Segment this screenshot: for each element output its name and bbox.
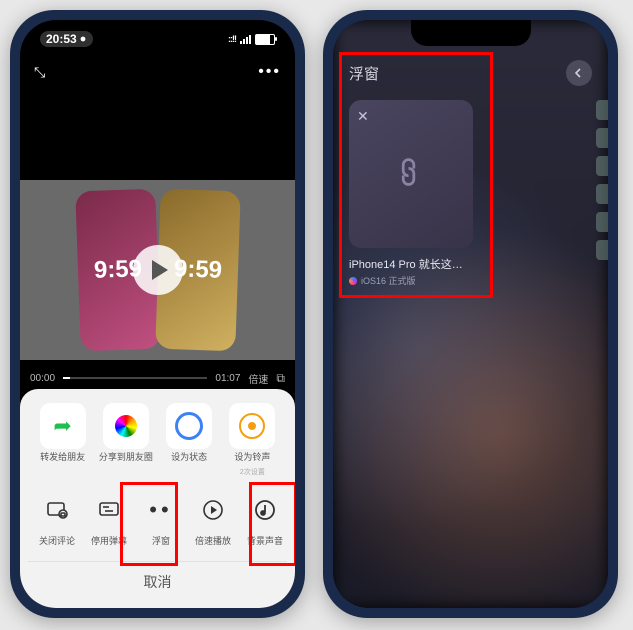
tile-disable-danmu[interactable]: 停用弹幕: [86, 487, 132, 547]
floating-dots-icon: ••: [138, 487, 184, 533]
tile-label: 关闭评论: [39, 537, 75, 547]
play-button[interactable]: [133, 245, 183, 295]
pip-icon[interactable]: ⧉: [276, 371, 285, 386]
card-subtitle-text: iOS16 正式版: [361, 274, 416, 287]
tile-label: 背景声音: [247, 537, 283, 547]
battery-icon: [255, 34, 275, 45]
action-sheet: ➦ 转发给朋友 分享到朋友圈 设为状态 设为铃声 2次设置: [20, 389, 295, 608]
progress-bar[interactable]: [63, 377, 207, 379]
chevron-left-icon: [574, 68, 584, 78]
signal-icon: [240, 35, 251, 44]
share-row: ➦ 转发给朋友 分享到朋友圈 设为状态 设为铃声 2次设置: [28, 403, 287, 487]
cancel-button[interactable]: 取消: [28, 561, 287, 598]
video-preview[interactable]: 9:59 9:59: [20, 180, 295, 360]
ringtone-icon: [239, 413, 265, 439]
link-icon: [387, 150, 434, 197]
status-ring-icon: [175, 412, 203, 440]
phone-right: 浮窗 ✕ iPhone14 Pro 就长这… iOS16 正式版: [323, 10, 618, 618]
auto-scroll-icon: [294, 487, 295, 533]
status-time: 20:53: [40, 31, 93, 47]
tile-label: 浮窗: [152, 537, 170, 547]
card-thumbnail: ✕: [349, 100, 473, 248]
tile-background-audio[interactable]: 背景声音: [242, 487, 288, 547]
progress-row: 00:00 01:07 倍速 ⧉: [20, 366, 295, 390]
speed-label[interactable]: 倍速: [248, 371, 268, 386]
tile-set-ringtone[interactable]: 设为铃声 2次设置: [224, 403, 281, 477]
close-panel-button[interactable]: [566, 60, 592, 86]
action-row: 关闭评论 停用弹幕 •• 浮窗: [28, 487, 287, 557]
video-top-bar: ⤡ •••: [20, 58, 295, 86]
tile-close-comments[interactable]: 关闭评论: [34, 487, 80, 547]
phone-left: 20:53 ::!! ⤡ ••• 9:59 9:59: [10, 10, 305, 618]
notch: [98, 20, 218, 46]
collapse-icon[interactable]: ⤡: [34, 64, 45, 81]
tile-set-status[interactable]: 设为状态: [161, 403, 218, 477]
stage: 20:53 ::!! ⤡ ••• 9:59 9:59: [10, 10, 623, 618]
time-current: 00:00: [30, 373, 55, 384]
tile-label: 停用弹幕: [91, 537, 127, 547]
tile-label: 倍速播放: [195, 537, 231, 547]
network-indicator: ::!!: [228, 34, 236, 44]
more-icon[interactable]: •••: [258, 63, 281, 81]
tile-speed-playback[interactable]: 倍速播放: [190, 487, 236, 547]
tile-floating-window[interactable]: •• 浮窗: [138, 487, 184, 547]
danmu-icon: [86, 487, 132, 533]
floating-title: 浮窗: [349, 63, 379, 84]
audio-icon: [242, 487, 288, 533]
status-time-text: 20:53: [46, 32, 77, 46]
tile-label: 转发给朋友: [40, 453, 85, 463]
card-subtitle: iOS16 正式版: [349, 274, 473, 287]
side-app-strip: [596, 100, 608, 528]
play-icon: [152, 260, 168, 280]
time-duration: 01:07: [215, 373, 240, 384]
comment-lock-icon: [34, 487, 80, 533]
speed-icon: [190, 487, 236, 533]
notch: [411, 20, 531, 46]
moments-icon: [115, 415, 137, 437]
tile-auto-scroll[interactable]: 自动上滑: [294, 487, 295, 547]
tile-label: 分享到朋友圈: [99, 453, 153, 463]
screen-left: 20:53 ::!! ⤡ ••• 9:59 9:59: [20, 20, 295, 608]
floating-card[interactable]: ✕ iPhone14 Pro 就长这… iOS16 正式版: [349, 100, 473, 287]
tile-share-moments[interactable]: 分享到朋友圈: [97, 403, 154, 477]
tile-sublabel: 2次设置: [240, 467, 265, 477]
tile-label: 设为状态: [171, 453, 207, 463]
floating-header: 浮窗: [333, 56, 608, 90]
screen-right: 浮窗 ✕ iPhone14 Pro 就长这… iOS16 正式版: [333, 20, 608, 608]
card-title: iPhone14 Pro 就长这…: [349, 256, 473, 272]
card-close-icon[interactable]: ✕: [357, 108, 369, 125]
tile-label: 设为铃声: [234, 453, 270, 463]
tile-forward-friend[interactable]: ➦ 转发给朋友: [34, 403, 91, 477]
share-arrow-icon: ➦: [53, 413, 71, 439]
camera-dot-icon: [79, 35, 87, 43]
